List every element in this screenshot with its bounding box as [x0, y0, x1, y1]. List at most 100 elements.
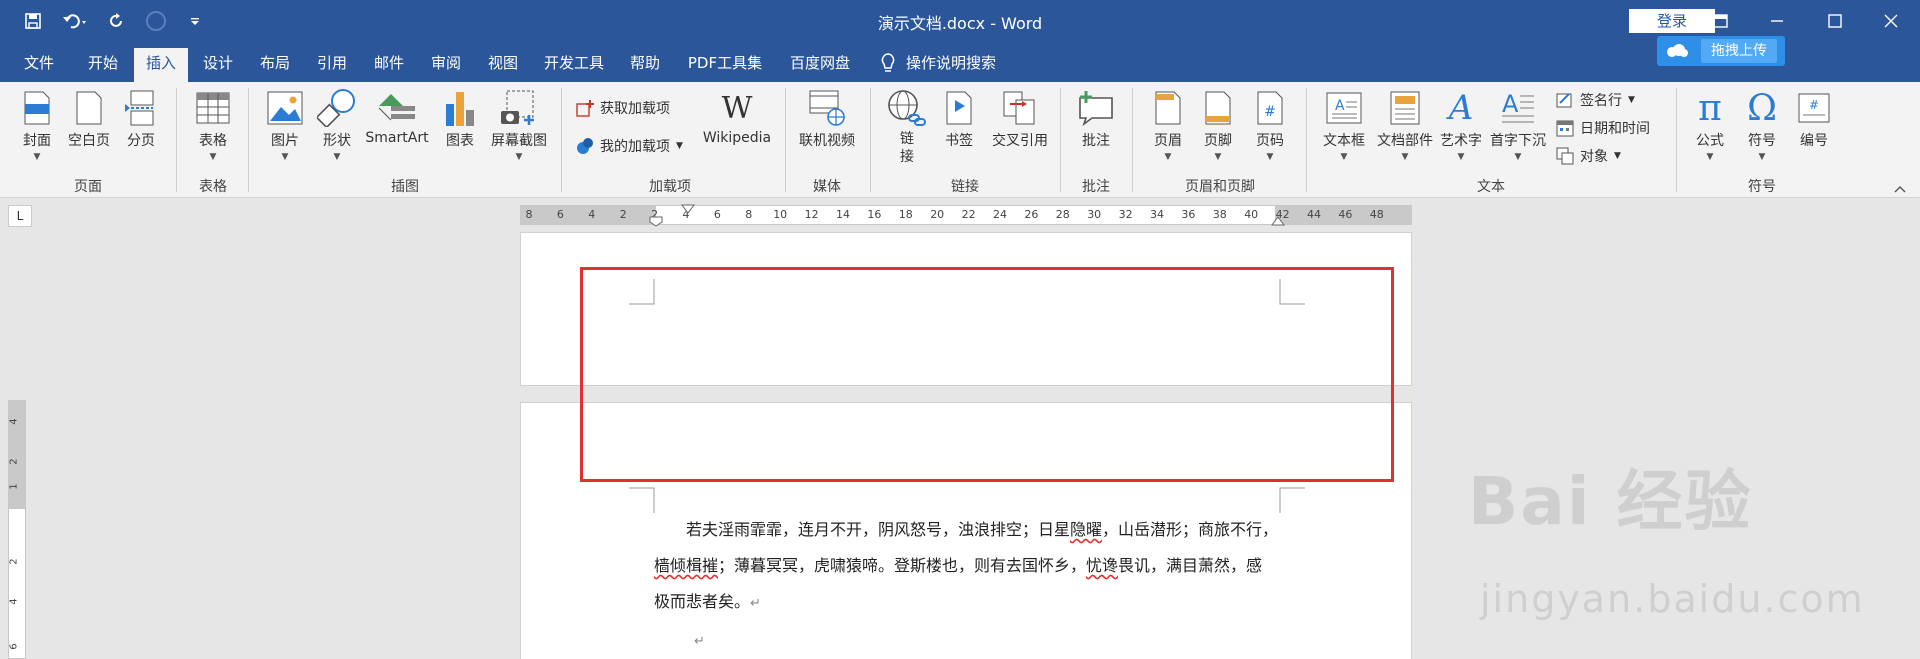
signature-icon [1556, 93, 1572, 108]
chevron-down-icon: ▼ [1614, 151, 1621, 161]
lightbulb-icon [881, 52, 895, 72]
tab-review[interactable]: 审阅 [425, 48, 467, 82]
signature-line-button[interactable]: 签名行 ▼ [1556, 90, 1635, 110]
touch-mode-icon[interactable] [146, 11, 166, 31]
tab-file[interactable]: 文件 [18, 48, 60, 82]
page-number-button[interactable]: # 页码 ▼ [1248, 88, 1292, 162]
ruler-tick: 4 [588, 208, 596, 221]
header-button[interactable]: 页眉 ▼ [1146, 88, 1190, 162]
maximize-icon[interactable] [1806, 0, 1864, 42]
drop-cap-button[interactable]: A 首字下沉 ▼ [1486, 88, 1550, 162]
footer-button[interactable]: 页脚 ▼ [1196, 88, 1240, 162]
vertical-ruler[interactable]: 4 2 1 2 4 6 [8, 400, 26, 659]
cross-reference-button[interactable]: 交叉引用 [984, 88, 1056, 150]
symbol-button[interactable]: Ω 符号 ▼ [1740, 88, 1784, 163]
blank-page-button[interactable]: 空白页 [64, 88, 114, 150]
ruler-tick: 14 [836, 208, 850, 221]
screenshot-button[interactable]: 屏幕截图 ▼ [486, 88, 552, 162]
title-bar: 演示文档.docx - Word 登录 [0, 0, 1920, 42]
chart-button[interactable]: 图表 [440, 88, 480, 150]
chevron-down-icon: ▼ [1628, 95, 1635, 105]
tab-references[interactable]: 引用 [311, 48, 353, 82]
picture-icon [262, 88, 308, 128]
text-box-button[interactable]: A 文本框 ▼ [1318, 88, 1370, 162]
tab-baidu-netdisk[interactable]: 百度网盘 [786, 48, 854, 82]
tab-view[interactable]: 视图 [482, 48, 524, 82]
get-addins-button[interactable]: 获取加载项 [576, 98, 670, 118]
horizontal-ruler[interactable]: 8 6 4 2 2 4 6 8 10 12 14 16 18 20 22 24 26 28 30 32 34 36 38 40… [520, 204, 1412, 227]
tab-design[interactable]: 设计 [197, 48, 239, 82]
chevron-down-icon: ▼ [1164, 152, 1172, 162]
tab-layout[interactable]: 布局 [254, 48, 296, 82]
new-comment-button[interactable]: 批注 [1072, 88, 1120, 150]
ruler-tick: 44 [1307, 208, 1321, 221]
ruler-tick: 10 [773, 208, 788, 221]
tab-pdf-tools[interactable]: PDF工具集 [685, 48, 765, 82]
add-store-icon [576, 100, 594, 117]
redo-icon[interactable] [104, 8, 130, 34]
ruler-tick: 22 [961, 208, 976, 221]
undo-icon[interactable] [62, 8, 88, 34]
tab-help[interactable]: 帮助 [624, 48, 666, 82]
indent-marker-right[interactable] [1271, 216, 1285, 226]
baidu-upload-button[interactable]: 拖拽上传 [1657, 36, 1785, 66]
ruler-tick: 30 [1087, 208, 1102, 221]
tab-insert[interactable]: 插入 [134, 48, 188, 82]
smartart-button[interactable]: SmartArt [362, 88, 432, 146]
tab-developer[interactable]: 开发工具 [540, 48, 608, 82]
date-time-button[interactable]: 日期和时间 [1556, 118, 1650, 138]
ruler-tick: 18 [898, 208, 913, 221]
close-icon[interactable] [1862, 0, 1920, 42]
collapse-ribbon-icon[interactable] [1894, 182, 1906, 196]
object-icon [1556, 147, 1574, 165]
paragraph-mark: ↵ [750, 596, 761, 611]
cover-page-button[interactable]: 封面 ▼ [16, 88, 58, 162]
page-break-button[interactable]: 分页 [120, 88, 162, 150]
page-number-icon: # [1248, 88, 1292, 128]
wordart-icon: A [1448, 88, 1474, 128]
indent-marker-left[interactable] [649, 216, 663, 230]
insert-ribbon: 封面 ▼ 空白页 分页 页面 表格 ▼ 表格 图片 ▼ 形状 ▼ SmartAr… [0, 82, 1920, 198]
wordart-button[interactable]: A 艺术字 ▼ [1438, 88, 1484, 162]
table-button[interactable]: 表格 ▼ [190, 88, 236, 162]
group-label-links: 链接 [951, 179, 979, 195]
baidu-jingyan-watermark: Bai 经验 [1468, 463, 1753, 540]
group-label-symbols: 符号 [1748, 179, 1776, 195]
save-icon[interactable] [20, 8, 46, 34]
cloud-icon [1657, 43, 1697, 59]
chevron-down-icon: ▼ [33, 152, 41, 162]
ruler-tick: 24 [993, 208, 1007, 221]
wikipedia-button[interactable]: W Wikipedia [698, 88, 776, 147]
shapes-button[interactable]: 形状 ▼ [314, 88, 360, 162]
upload-label: 拖拽上传 [1701, 39, 1777, 63]
pi-icon: π [1698, 87, 1722, 129]
tab-mailings[interactable]: 邮件 [368, 48, 410, 82]
chevron-down-icon: ▼ [1401, 152, 1409, 162]
tab-home[interactable]: 开始 [82, 48, 124, 82]
group-label-table: 表格 [199, 179, 227, 195]
chevron-down-icon: ▼ [1266, 152, 1274, 162]
quick-parts-button[interactable]: 文档部件 ▼ [1374, 88, 1436, 162]
tell-me-search[interactable]: 操作说明搜索 [880, 52, 996, 73]
bookmark-button[interactable]: 书签 [938, 88, 980, 150]
document-body[interactable]: 若夫淫雨霏霏，连月不开，阴风怒号，浊浪排空；日星隐曜，山岳潜形；商旅不行， 樯倾… [654, 512, 1284, 659]
numbering-icon: # [1792, 88, 1836, 128]
tab-selector[interactable]: L [8, 205, 32, 227]
object-button[interactable]: 对象 ▼ [1556, 146, 1621, 166]
calendar-icon [1556, 120, 1574, 137]
shapes-icon [314, 88, 360, 128]
footer-icon [1196, 88, 1240, 128]
link-button[interactable]: 链 接 [884, 88, 930, 166]
equation-button[interactable]: π 公式 ▼ [1688, 87, 1732, 163]
first-line-indent-marker[interactable] [681, 204, 695, 214]
quick-access-toolbar [20, 8, 208, 34]
picture-button[interactable]: 图片 ▼ [262, 88, 308, 162]
my-addins-button[interactable]: 我的加载项 ▼ [576, 136, 683, 156]
customize-icon[interactable] [182, 8, 208, 34]
paragraph-line-2: 樯倾楫摧；薄暮冥冥，虎啸猿啼。登斯楼也，则有去国怀乡，忧谗畏讥，满目萧然，感 [654, 556, 1263, 575]
group-label-page: 页面 [74, 179, 102, 195]
chevron-down-icon: ▼ [1706, 152, 1714, 162]
online-video-button[interactable]: 联机视频 [796, 88, 858, 150]
numbering-button[interactable]: # 编号 [1792, 88, 1836, 150]
svg-text:#: # [1264, 104, 1276, 120]
